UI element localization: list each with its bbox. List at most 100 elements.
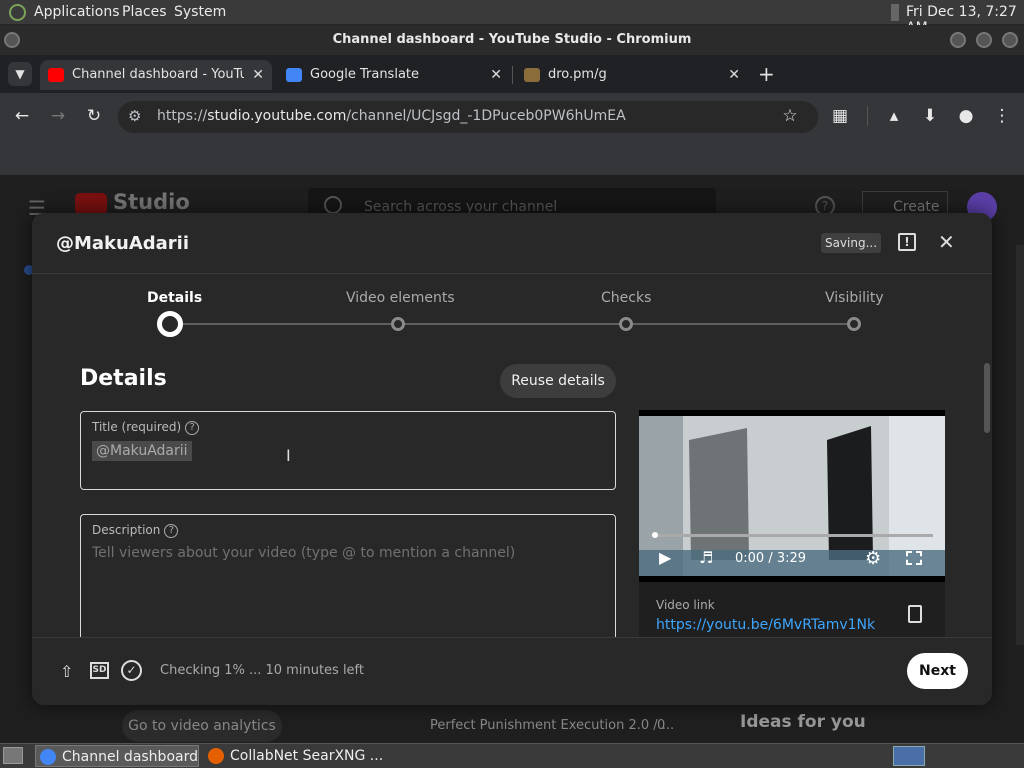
tab-search-chevron-icon[interactable]: ▼ bbox=[8, 62, 32, 86]
window-menu-icon[interactable] bbox=[4, 32, 20, 48]
text-cursor-icon: I bbox=[286, 446, 291, 465]
title-field-label: Title (required)? bbox=[92, 420, 200, 435]
step-details-dot[interactable] bbox=[157, 311, 183, 337]
maximize-icon[interactable] bbox=[976, 32, 992, 48]
youtube-icon bbox=[48, 68, 64, 82]
checks-status-icon[interactable]: ✓ bbox=[121, 660, 142, 681]
step-video-elements-dot[interactable] bbox=[391, 317, 405, 331]
site-info-icon[interactable]: ⚙ bbox=[128, 107, 141, 125]
distro-logo-icon[interactable] bbox=[9, 4, 26, 21]
help-icon[interactable]: ? bbox=[164, 523, 179, 538]
taskbar-item-firefox[interactable]: CollabNet SearXNG ... bbox=[204, 745, 394, 767]
description-field[interactable]: Description? Tell viewers about your vid… bbox=[80, 514, 616, 654]
studio-logo-text: Studio bbox=[113, 190, 190, 214]
close-tab-icon[interactable]: ✕ bbox=[252, 60, 264, 90]
stepper-track bbox=[170, 323, 854, 325]
panel-separator bbox=[891, 4, 899, 21]
tab-label: Channel dashboard - YouTube Studio bbox=[72, 67, 244, 82]
video-row-count: 0 bbox=[657, 718, 666, 733]
step-video-elements[interactable]: Video elements bbox=[346, 290, 455, 306]
url-prefix: https:// bbox=[157, 108, 208, 124]
video-preview[interactable]: ▶ ♬ 0:00 / 3:29 ⚙ bbox=[639, 410, 945, 582]
title-input[interactable]: @MakuAdarii bbox=[92, 440, 192, 461]
title-field[interactable]: Title (required)? @MakuAdarii I bbox=[80, 411, 616, 490]
toolbar-separator bbox=[867, 106, 868, 126]
minimize-icon[interactable] bbox=[950, 32, 966, 48]
step-details[interactable]: Details bbox=[147, 290, 202, 306]
bookmark-star-icon[interactable]: ☆ bbox=[779, 106, 801, 126]
video-row-title[interactable]: Perfect Punishment Execution 2.0 / ... bbox=[430, 718, 674, 733]
bookmarks-bar bbox=[0, 141, 1024, 175]
step-visibility[interactable]: Visibility bbox=[825, 290, 884, 306]
header-divider bbox=[32, 273, 992, 274]
next-button[interactable]: Next bbox=[907, 653, 968, 689]
volume-icon[interactable]: ♬ bbox=[699, 548, 713, 567]
dialog-scrollbar[interactable] bbox=[984, 363, 990, 433]
extensions-icon[interactable]: ▦ bbox=[829, 106, 851, 126]
close-icon[interactable]: ✕ bbox=[938, 230, 955, 254]
description-placeholder[interactable]: Tell viewers about your video (type @ to… bbox=[92, 545, 515, 561]
applications-menu[interactable]: Applications bbox=[34, 4, 120, 20]
video-link[interactable]: https://youtu.be/6MvRTamv1Nk bbox=[656, 617, 875, 633]
tab-separator bbox=[512, 66, 513, 84]
youtube-logo-icon[interactable] bbox=[75, 193, 107, 215]
workspace-switcher-icon[interactable] bbox=[893, 746, 925, 766]
video-link-label: Video link bbox=[656, 598, 715, 612]
url-host: studio.youtube.com bbox=[207, 108, 347, 124]
new-tab-icon[interactable]: + bbox=[758, 62, 775, 86]
firefox-icon bbox=[208, 748, 224, 764]
close-tab-icon[interactable]: ✕ bbox=[490, 60, 502, 90]
video-analytics-button[interactable]: Go to video analytics bbox=[122, 710, 282, 742]
download-icon[interactable]: ⬇ bbox=[919, 106, 941, 126]
url-path: /channel/UCJsgd_-1DPuceb0PW6hUmEA bbox=[346, 108, 626, 124]
tab-label: dro.pm/g bbox=[548, 67, 607, 82]
step-checks[interactable]: Checks bbox=[601, 290, 651, 306]
ideas-heading: Ideas for you bbox=[740, 712, 866, 732]
tab-dro-pm[interactable]: dro.pm/g ✕ bbox=[516, 60, 748, 90]
sd-quality-icon[interactable]: SD bbox=[90, 662, 109, 679]
dialog-title: @MakuAdarii bbox=[56, 233, 190, 254]
profile-icon[interactable]: ● bbox=[955, 106, 977, 126]
forward-icon[interactable]: → bbox=[47, 106, 69, 126]
tab-google-translate[interactable]: Google Translate ✕ bbox=[278, 60, 510, 90]
upload-icon[interactable]: ⇧ bbox=[60, 662, 73, 681]
places-menu[interactable]: Places bbox=[122, 4, 167, 20]
feedback-icon[interactable]: ! bbox=[898, 233, 916, 251]
help-icon[interactable]: ? bbox=[185, 420, 200, 435]
labs-flask-icon[interactable]: ▴ bbox=[883, 106, 905, 126]
chromium-icon bbox=[40, 749, 56, 765]
system-menu[interactable]: System bbox=[174, 4, 226, 20]
description-field-label: Description? bbox=[92, 523, 179, 538]
back-icon[interactable]: ← bbox=[11, 106, 33, 126]
page-scrollbar[interactable] bbox=[1016, 245, 1024, 645]
url-text[interactable]: https://studio.youtube.com/channel/UCJsg… bbox=[157, 108, 626, 124]
reuse-details-button[interactable]: Reuse details bbox=[500, 364, 616, 398]
tab-youtube-studio[interactable]: Channel dashboard - YouTube Studio ✕ bbox=[40, 60, 272, 90]
copy-icon[interactable] bbox=[908, 605, 922, 623]
window-title: Channel dashboard - YouTube Studio - Chr… bbox=[0, 25, 1024, 55]
top-panel: Applications Places System Fri Dec 13, 7… bbox=[0, 0, 1024, 36]
video-link-panel bbox=[639, 582, 945, 642]
tab-label: Google Translate bbox=[310, 67, 420, 82]
step-visibility-dot[interactable] bbox=[847, 317, 861, 331]
taskbar-label: Channel dashboard... bbox=[62, 749, 199, 765]
fullscreen-icon[interactable] bbox=[906, 551, 922, 565]
taskbar-item-chromium[interactable]: Channel dashboard... bbox=[35, 745, 199, 767]
title-value: @MakuAdarii bbox=[92, 441, 192, 461]
upload-dialog: @MakuAdarii Saving... ! ✕ Details Video … bbox=[32, 213, 992, 705]
search-icon bbox=[324, 196, 342, 214]
close-window-icon[interactable] bbox=[1002, 32, 1018, 48]
page-icon bbox=[524, 68, 540, 82]
reload-icon[interactable]: ↻ bbox=[83, 106, 105, 126]
saving-badge: Saving... bbox=[821, 233, 881, 253]
close-tab-icon[interactable]: ✕ bbox=[728, 60, 740, 90]
play-icon[interactable]: ▶ bbox=[659, 548, 671, 567]
taskbar-label: CollabNet SearXNG ... bbox=[230, 748, 384, 764]
settings-gear-icon[interactable]: ⚙ bbox=[865, 548, 881, 569]
menu-kebab-icon[interactable]: ⋮ bbox=[991, 106, 1013, 126]
section-heading: Details bbox=[80, 366, 167, 391]
show-desktop-icon[interactable] bbox=[3, 747, 23, 764]
upload-progress-text: Checking 1% ... 10 minutes left bbox=[160, 663, 364, 678]
step-checks-dot[interactable] bbox=[619, 317, 633, 331]
google-translate-icon bbox=[286, 68, 302, 82]
